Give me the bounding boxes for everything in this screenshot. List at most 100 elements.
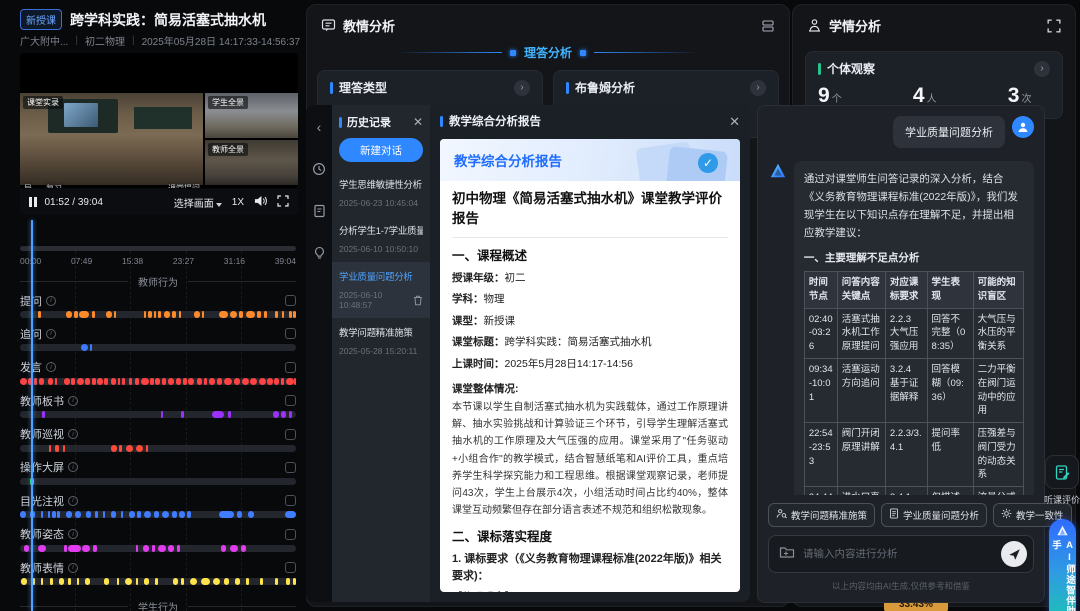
history-item[interactable]: 教学问题精准施策 2025-05-28 15:20:11 xyxy=(332,318,430,364)
behavior-checkbox[interactable] xyxy=(285,495,296,507)
chat-input[interactable] xyxy=(803,548,993,560)
timeline-overview-bar[interactable] xyxy=(20,246,296,251)
table-row: 22:54-23:53 阀门开闭原理讲解 2.2.3/3.4.1 提问率低 压强差与阀门… xyxy=(803,422,1025,488)
close-icon[interactable]: ✕ xyxy=(413,116,423,128)
behavior-checkbox[interactable] xyxy=(285,528,296,540)
history-item[interactable]: 学生思维敏捷性分析 2025-06-23 10:45:04 xyxy=(332,170,430,216)
chevron-right-icon[interactable]: › xyxy=(1034,60,1050,77)
behavior-track[interactable] xyxy=(20,544,296,552)
behavior-row-操作大屏: 操作大屏 i xyxy=(20,460,296,493)
suggestion-chip[interactable]: 教学问题精准施策 xyxy=(768,503,876,527)
video-label-classroom: 课堂实录 xyxy=(23,96,63,109)
report-meta-line: 课堂标题：跨学科实践：简易活塞式抽水机 xyxy=(452,336,652,349)
behavior-track[interactable] xyxy=(20,377,296,385)
behavior-track[interactable] xyxy=(20,511,296,519)
layout-switch-icon[interactable] xyxy=(761,19,775,33)
behavior-row-目光注视: 目光注视 i xyxy=(20,493,296,526)
info-icon[interactable]: i xyxy=(46,295,56,306)
user-message-row: 学业质量问题分析 xyxy=(768,116,1034,148)
history-panel: 历史记录 ✕ 新建对话 学生思维敏捷性分析 2025-06-23 10:45:04… xyxy=(332,105,430,602)
tab-reply-analysis[interactable]: 理答分析 xyxy=(524,44,572,61)
behavior-track[interactable] xyxy=(20,477,296,485)
select-view-dropdown[interactable]: 选择画面 xyxy=(174,195,222,210)
video-feed-classroom[interactable]: 课堂实录 xyxy=(20,93,203,185)
video-controls: 01:52 / 39:04 选择画面 1X xyxy=(20,189,298,215)
delete-icon[interactable] xyxy=(413,295,423,306)
table-header: 对应课标要求 xyxy=(884,271,928,309)
playback-speed-button[interactable]: 1X xyxy=(232,197,244,208)
behavior-track[interactable] xyxy=(20,344,296,352)
info-icon[interactable]: i xyxy=(46,328,56,339)
collapse-icon[interactable]: ‹ xyxy=(311,119,327,135)
table-row: 34:44-35:00进水口直径讨论3.4.1 器材改进仅描述现象（34:53）… xyxy=(803,486,1025,495)
table-header: 可能的知识盲区 xyxy=(972,271,1025,309)
chevron-right-icon[interactable]: › xyxy=(750,79,766,96)
left-panel: 新授课 跨学科实践：简易活塞式抽水机 广大附中... | 初二物理 | 2025年0… xyxy=(0,0,305,611)
behavior-label: 教师表情 xyxy=(20,562,64,575)
behavior-checkbox[interactable] xyxy=(285,562,296,574)
tab-ornament-icon xyxy=(580,49,586,56)
timeline-playhead[interactable] xyxy=(31,220,33,611)
report-meta-line: 上课时间：2025年5月28日14:17-14:56 xyxy=(452,357,633,370)
ai-assistant-logo-icon xyxy=(1056,525,1068,536)
behavior-checkbox[interactable] xyxy=(285,361,296,373)
behavior-track[interactable] xyxy=(20,578,296,586)
chevron-right-icon[interactable]: › xyxy=(514,79,530,96)
teaching-analysis-icon xyxy=(321,18,336,33)
behavior-checkbox[interactable] xyxy=(285,428,296,440)
info-icon[interactable]: i xyxy=(68,562,78,573)
info-icon[interactable]: i xyxy=(68,529,78,540)
history-icon[interactable] xyxy=(311,161,327,177)
new-chat-button[interactable]: 新建对话 xyxy=(339,138,423,162)
video-player[interactable]: 课堂实录 学生全景 教师全景 导… 复习… 课堂提问 xyxy=(20,53,298,188)
fullscreen-icon[interactable] xyxy=(277,194,289,210)
behavior-row-教师表情: 教师表情 i xyxy=(20,560,296,593)
history-item[interactable]: 学业质量问题分析 2025-06-10 10:48:57 xyxy=(332,262,430,318)
lesson-meta: 广大附中... | 初二物理 | 2025年05月28日 14:17:33-14:5… xyxy=(20,35,301,48)
pause-button[interactable] xyxy=(29,197,37,207)
behavior-checkbox[interactable] xyxy=(285,328,296,340)
ai-chat-panel: 学业质量问题分析 通过对课堂师生问答记录的深入分析，结合《义务教育物理课程标准(… xyxy=(757,105,1072,603)
suggestion-chip[interactable]: 学业质量问题分析 xyxy=(881,503,988,527)
lesson-evaluation-button[interactable] xyxy=(1045,455,1079,489)
table-header: 问答内容关键点 xyxy=(836,271,886,309)
behavior-track[interactable] xyxy=(20,411,296,419)
behavior-label: 目光注视 xyxy=(20,495,64,508)
video-feed-teacher[interactable]: 教师全景 xyxy=(205,140,298,185)
suggestion-chips: 教学问题精准施策 学业质量问题分析 教学一致性 xyxy=(768,503,1072,527)
info-icon[interactable]: i xyxy=(46,362,56,373)
info-icon[interactable]: i xyxy=(68,395,78,406)
close-icon[interactable]: ✕ xyxy=(729,115,740,128)
behavior-label: 教师巡视 xyxy=(20,429,64,442)
behavior-checkbox[interactable] xyxy=(285,295,296,306)
student-panel-title: 学情分析 xyxy=(829,19,882,34)
behavior-track[interactable] xyxy=(20,311,296,318)
volume-icon[interactable] xyxy=(254,195,267,210)
behavior-label: 教师姿态 xyxy=(20,529,64,542)
history-item[interactable]: 分析学生1-7学业质量 2025-06-10 10:50:10 xyxy=(332,216,430,262)
behavior-row-教师姿态: 教师姿态 i xyxy=(20,527,296,560)
video-feed-students[interactable]: 学生全景 xyxy=(205,93,298,138)
expand-fullscreen-icon[interactable] xyxy=(1047,18,1061,33)
send-button[interactable] xyxy=(1001,541,1027,567)
table-header: 时间节点 xyxy=(803,271,838,309)
info-icon[interactable]: i xyxy=(68,495,78,506)
tab-ornament-icon xyxy=(509,49,516,56)
gear-icon xyxy=(1001,508,1012,522)
attach-folder-icon[interactable] xyxy=(779,545,795,564)
history-title: 历史记录 xyxy=(347,117,391,129)
behavior-checkbox[interactable] xyxy=(285,461,296,473)
person-search-icon xyxy=(776,508,787,522)
report-doc-icon[interactable] xyxy=(311,203,327,219)
lesson-header: 新授课 跨学科实践：简易活塞式抽水机 xyxy=(20,9,296,30)
user-avatar xyxy=(1012,116,1034,138)
behavior-track[interactable] xyxy=(20,444,296,452)
card-accent xyxy=(818,62,821,75)
info-icon[interactable]: i xyxy=(68,462,78,473)
student-behavior-section: 学生行为 xyxy=(20,599,296,611)
behavior-checkbox[interactable] xyxy=(285,395,296,407)
ai-assistant-button[interactable]: AI师途智伴助手 xyxy=(1048,519,1076,611)
behavior-row-提问: 提问i xyxy=(20,293,296,326)
info-icon[interactable]: i xyxy=(68,429,78,440)
idea-bulb-icon[interactable] xyxy=(311,245,327,261)
